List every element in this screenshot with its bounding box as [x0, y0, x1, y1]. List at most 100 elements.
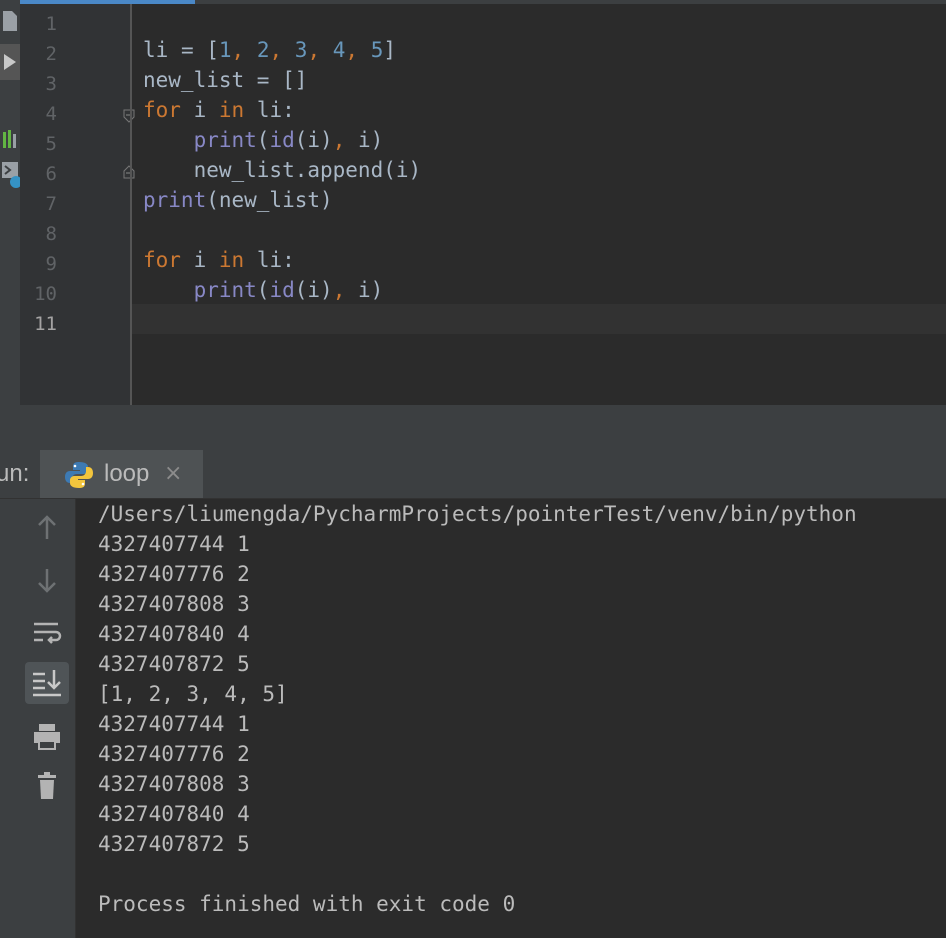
- code-token: li:: [244, 98, 295, 122]
- editor-tab-bar: [20, 0, 946, 4]
- code-line-9: for i in li:: [143, 245, 295, 275]
- run-toolbar: [20, 499, 76, 938]
- code-line-3: new_list = []: [143, 68, 308, 92]
- line-number: 5: [45, 133, 57, 155]
- profiler-icon[interactable]: [2, 128, 20, 154]
- down-stack-button[interactable]: [25, 559, 69, 601]
- code-token: = [: [168, 38, 219, 62]
- scroll-to-end-icon: [33, 670, 61, 697]
- close-icon[interactable]: ×: [164, 450, 182, 498]
- console-line-interpreter-path: /Users/liumengda/PycharmProjects/pointer…: [98, 502, 857, 526]
- keyword-in: in: [218, 248, 245, 272]
- comma: ,: [231, 38, 257, 62]
- line-number: 8: [45, 223, 57, 245]
- console-line: 4327407872 5: [98, 832, 250, 856]
- number-literal: 2: [256, 38, 270, 62]
- code-line-4: for i in li:: [143, 95, 295, 125]
- comma: ,: [332, 128, 346, 152]
- console-line: 4327407840 4: [98, 622, 250, 646]
- run-tab-loop[interactable]: loop ×: [40, 450, 203, 498]
- current-line-highlight: [132, 304, 946, 334]
- arrow-down-icon: [38, 569, 56, 593]
- code-token: (i): [294, 278, 333, 302]
- arrow-up-icon: [38, 515, 56, 539]
- editor-horizontal-scroll-area[interactable]: [20, 405, 946, 450]
- fold-end-icon[interactable]: [123, 164, 135, 179]
- run-tab-label: loop: [104, 460, 150, 487]
- line-number-gutter: 1 2 3 4 5 6 7 8 9 10 11: [20, 4, 135, 405]
- line-number: 6: [45, 163, 57, 185]
- code-line-6: new_list.append(i): [143, 158, 422, 182]
- print-button[interactable]: [25, 716, 69, 758]
- console-line: 4327407776 2: [98, 742, 250, 766]
- code-token: i: [180, 248, 219, 272]
- code-token: (: [256, 278, 270, 302]
- code-token: (: [256, 128, 270, 152]
- number-literal: 3: [294, 38, 308, 62]
- keyword-in: in: [218, 98, 245, 122]
- comma: ,: [269, 38, 295, 62]
- line-number: 4: [45, 103, 57, 125]
- code-token: ]: [383, 38, 396, 62]
- comma: ,: [307, 38, 333, 62]
- code-editor[interactable]: 1 2 3 4 5 6 7 8 9 10 11 li = [1, 2, 3, 4…: [20, 0, 946, 405]
- python-icon: [64, 460, 94, 494]
- run-panel-title: un:: [0, 460, 30, 487]
- code-token: i: [180, 98, 219, 122]
- soft-wrap-button[interactable]: [25, 612, 69, 654]
- builtin-id: id: [269, 278, 295, 302]
- soft-wrap-icon: [34, 622, 62, 644]
- console-line: 4327407776 2: [98, 562, 250, 586]
- print-icon: [34, 724, 60, 750]
- number-literal: 4: [332, 38, 346, 62]
- console-line: 4327407744 1: [98, 532, 250, 556]
- line-number: 3: [45, 73, 57, 95]
- builtin-id: id: [269, 128, 295, 152]
- scroll-to-end-button[interactable]: [25, 662, 69, 704]
- run-icon[interactable]: [0, 44, 20, 80]
- up-stack-button[interactable]: [25, 507, 69, 549]
- number-literal: 1: [218, 38, 232, 62]
- trash-icon: [38, 772, 56, 799]
- code-token: li: [143, 38, 169, 62]
- keyword-for: for: [143, 248, 181, 272]
- console-line: 4327407744 1: [98, 712, 250, 736]
- gutter-separator: [130, 4, 132, 405]
- builtin-print: print: [193, 128, 257, 152]
- code-token: i): [345, 128, 384, 152]
- code-token: (new_list): [206, 188, 333, 212]
- line-number: 9: [45, 253, 57, 275]
- comma: ,: [345, 38, 371, 62]
- console-line-exit-status: Process finished with exit code 0: [98, 892, 516, 916]
- console-icon[interactable]: [2, 160, 22, 196]
- line-number: 1: [45, 13, 57, 35]
- builtin-print: print: [143, 188, 207, 212]
- current-line-number: 11: [34, 313, 57, 335]
- line-number: 7: [45, 193, 57, 215]
- code-line-7: print(new_list): [143, 185, 333, 215]
- line-number: 10: [34, 283, 57, 305]
- code-line-5: print(id(i), i): [143, 125, 384, 155]
- builtin-print: print: [193, 278, 257, 302]
- file-icon[interactable]: [2, 10, 18, 36]
- console-line: [1, 2, 3, 4, 5]: [98, 682, 288, 706]
- console-line: 4327407808 3: [98, 592, 250, 616]
- console-line: 4327407808 3: [98, 772, 250, 796]
- code-line-10: print(id(i), i): [143, 275, 384, 305]
- code-token: li:: [244, 248, 295, 272]
- clear-all-button[interactable]: [25, 765, 69, 807]
- keyword-for: for: [143, 98, 181, 122]
- code-token: (i): [294, 128, 333, 152]
- comma: ,: [332, 278, 346, 302]
- line-number: 2: [45, 43, 57, 65]
- console-line: 4327407872 5: [98, 652, 250, 676]
- code-line-2: li = [1, 2, 3, 4, 5]: [143, 35, 396, 65]
- code-token: i): [345, 278, 384, 302]
- fold-open-icon[interactable]: [123, 108, 135, 123]
- run-console-output[interactable]: /Users/liumengda/PycharmProjects/pointer…: [76, 499, 946, 938]
- run-tool-window-header: un: loop ×: [0, 450, 946, 499]
- console-line: 4327407840 4: [98, 802, 250, 826]
- number-literal: 5: [370, 38, 384, 62]
